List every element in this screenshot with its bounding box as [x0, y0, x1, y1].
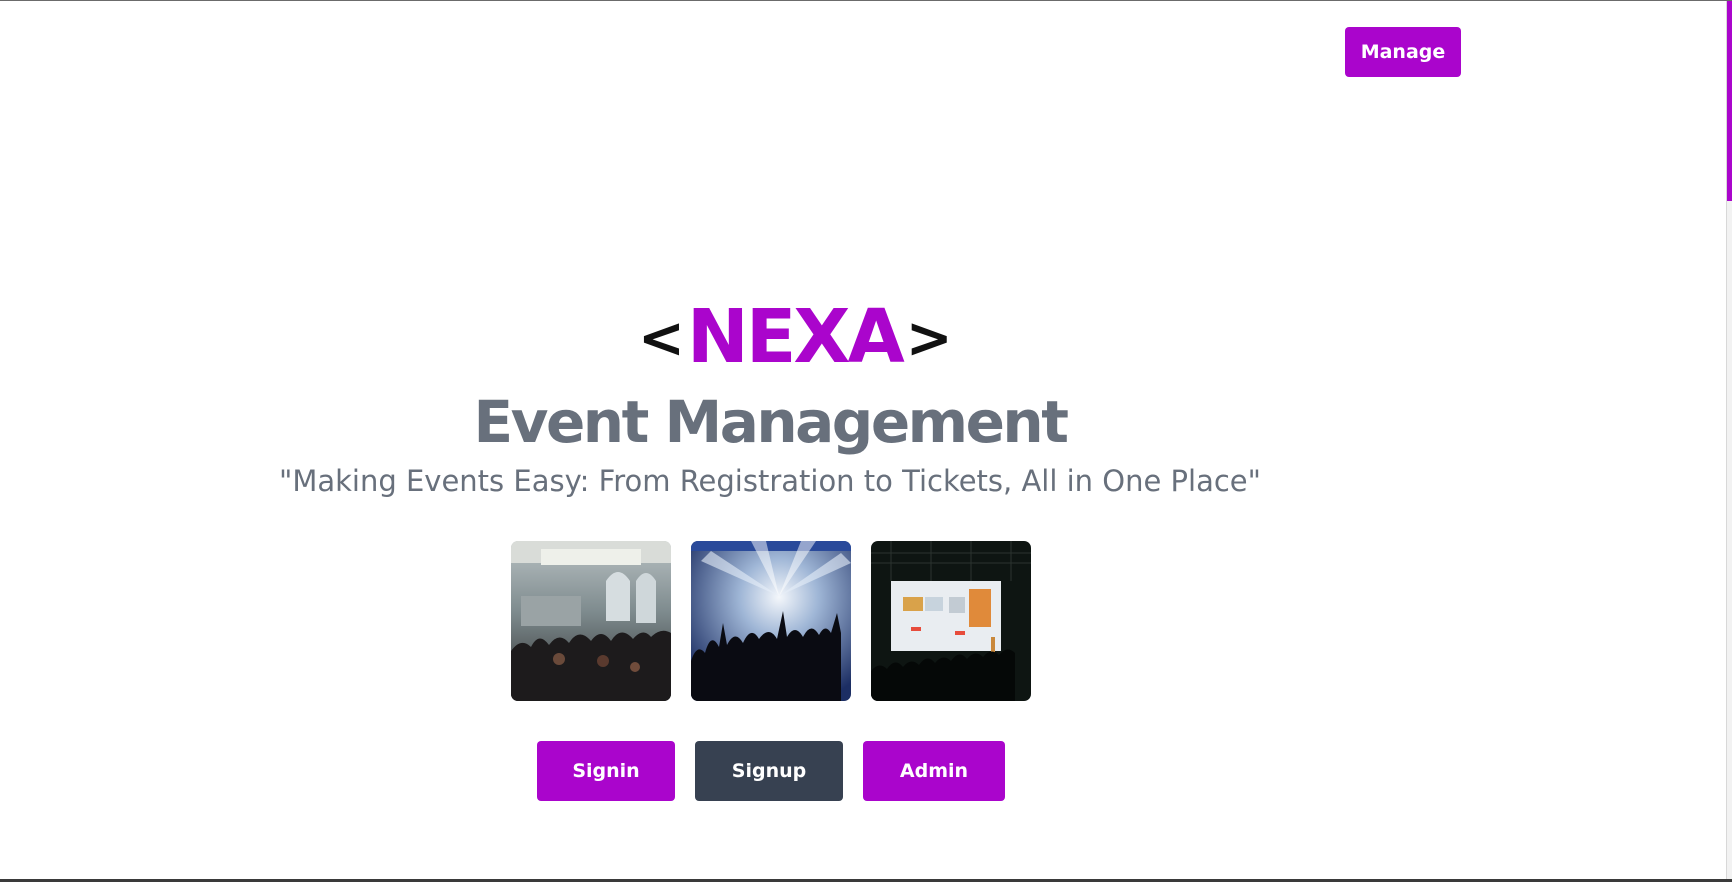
logo-right-bracket: > — [905, 306, 953, 371]
auth-actions: Signin Signup Admin — [537, 741, 1005, 801]
logo-wordmark: NEXA — [686, 294, 905, 380]
manage-button[interactable]: Manage — [1345, 27, 1461, 77]
image-gallery — [511, 541, 1031, 701]
presentation-screen-audience-image — [871, 541, 1031, 701]
tagline: "Making Events Easy: From Registration t… — [278, 464, 1261, 498]
nexa-logo: < NEXA > — [638, 297, 953, 377]
admin-button[interactable]: Admin — [863, 741, 1005, 801]
stage-lights-concert-image — [691, 541, 851, 701]
logo-left-bracket: < — [638, 306, 685, 371]
signin-button[interactable]: Signin — [537, 741, 675, 801]
signup-button[interactable]: Signup — [695, 741, 843, 801]
page-title: Event Management — [473, 388, 1069, 456]
scrollbar-thumb[interactable] — [1727, 1, 1732, 201]
concert-hall-crowd-image — [511, 541, 671, 701]
scrollbar[interactable] — [1726, 1, 1732, 880]
page: Manage < NEXA > Event Management "Making… — [0, 0, 1732, 882]
